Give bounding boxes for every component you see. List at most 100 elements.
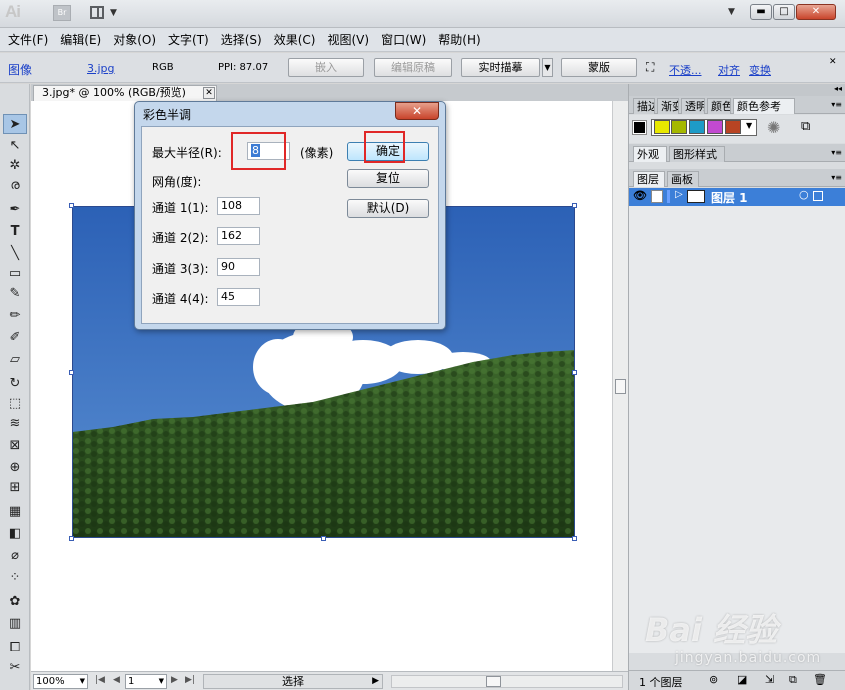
color-wheel-icon[interactable]: ✺ [767, 118, 780, 137]
first-artboard-icon[interactable]: |◀ [95, 675, 105, 685]
current-tool-status[interactable]: 选择 ▶ [203, 674, 383, 689]
selection-square-icon[interactable] [813, 191, 823, 201]
bounding-box-handle[interactable] [572, 370, 577, 375]
harmony-dropdown-chevron-icon[interactable]: ▼ [746, 121, 752, 130]
panel-menu-icon[interactable]: ▾≡ [831, 173, 842, 182]
harmony-swatch[interactable] [689, 120, 705, 134]
channel-2-input[interactable]: 162 [217, 227, 260, 245]
harmony-swatch[interactable] [707, 120, 723, 134]
save-color-group-icon[interactable]: ⧉ [801, 119, 810, 134]
rectangle-tool-icon[interactable]: ▭ [3, 264, 27, 284]
blend-tool-icon[interactable]: ⁘ [3, 568, 27, 588]
control-panel-menu-icon[interactable]: ✕ [829, 57, 837, 67]
tab-stroke[interactable]: 描边 [633, 98, 655, 114]
mask-button[interactable]: 蒙版 [561, 58, 637, 77]
eyedropper-tool-icon[interactable]: ⌀ [3, 546, 27, 566]
menu-object[interactable]: 对象(O) [109, 31, 164, 48]
menu-view[interactable]: 视图(V) [323, 31, 377, 48]
eraser-tool-icon[interactable]: ▱ [3, 350, 27, 370]
panel-menu-icon[interactable]: ▾≡ [831, 100, 842, 109]
magic-wand-tool-icon[interactable]: ✲ [3, 156, 27, 176]
symbol-sprayer-tool-icon[interactable]: ✿ [3, 592, 27, 612]
tab-transparency[interactable]: 透明 [681, 98, 705, 114]
lock-toggle[interactable] [651, 190, 663, 203]
harmony-swatch[interactable] [654, 120, 670, 134]
expand-triangle-icon[interactable]: ▷ [675, 189, 683, 200]
collapse-panels-icon[interactable]: ◂◂ [834, 84, 842, 93]
channel-3-input[interactable]: 90 [217, 258, 260, 276]
close-document-button[interactable]: ✕ [203, 87, 215, 99]
last-artboard-icon[interactable]: ▶| [185, 675, 195, 685]
layer-name[interactable]: 图层 1 [711, 189, 748, 206]
pencil-tool-icon[interactable]: ✏ [3, 306, 27, 326]
vertical-scroll-thumb[interactable] [615, 379, 626, 394]
target-circle-icon[interactable]: ○ [799, 188, 809, 201]
selection-tool-icon[interactable]: ➤ [3, 114, 27, 134]
warp-tool-icon[interactable]: ≋ [3, 414, 27, 434]
scale-tool-icon[interactable]: ⬚ [3, 394, 27, 414]
next-artboard-icon[interactable]: ▶ [171, 675, 178, 685]
align-link[interactable]: 对齐 [718, 62, 740, 78]
bridge-button[interactable]: Br [53, 5, 71, 21]
channel-4-input[interactable]: 45 [217, 288, 260, 306]
tab-layers[interactable]: 图层 [633, 171, 665, 187]
rotate-tool-icon[interactable]: ↻ [3, 374, 27, 394]
bounding-box-handle[interactable] [321, 536, 326, 541]
tab-color[interactable]: 颜色 [707, 98, 731, 114]
type-tool-icon[interactable]: T [3, 222, 27, 242]
harmony-swatch-strip[interactable] [651, 119, 757, 136]
direct-selection-tool-icon[interactable]: ↖ [3, 136, 27, 156]
default-button[interactable]: 默认(D) [347, 199, 429, 218]
lasso-tool-icon[interactable]: ര [3, 176, 27, 196]
menu-edit[interactable]: 编辑(E) [56, 31, 109, 48]
line-tool-icon[interactable]: ╲ [3, 244, 27, 264]
transform-each-icon[interactable]: ⛶ [646, 60, 654, 75]
pen-tool-icon[interactable]: ✒ [3, 200, 27, 220]
opacity-link[interactable]: 不透... [669, 62, 702, 78]
trace-preset-dropdown[interactable]: ▼ [542, 58, 553, 77]
horizontal-scroll-thumb[interactable] [486, 676, 501, 687]
paintbrush-tool-icon[interactable]: ✎ [3, 284, 27, 304]
harmony-swatch[interactable] [671, 120, 687, 134]
bounding-box-handle[interactable] [572, 536, 577, 541]
tab-color-guide[interactable]: 颜色参考 [733, 98, 795, 114]
workspace-switcher-chevron-icon[interactable]: ▼ [728, 7, 735, 17]
menu-window[interactable]: 窗口(W) [377, 31, 434, 48]
previous-artboard-icon[interactable]: ◀ [113, 675, 120, 685]
layer-row[interactable]: 👁 ▷ 图层 1 ○ [629, 188, 845, 206]
edit-original-button[interactable]: 编辑原稿 [374, 58, 452, 77]
menu-type[interactable]: 文字(T) [164, 31, 217, 48]
maximize-button[interactable]: □ [773, 4, 795, 20]
free-transform-tool-icon[interactable]: ⊠ [3, 436, 27, 456]
transform-link[interactable]: 变换 [749, 62, 771, 78]
menu-select[interactable]: 选择(S) [217, 31, 270, 48]
bounding-box-handle[interactable] [69, 536, 74, 541]
horizontal-scrollbar[interactable] [391, 675, 623, 688]
column-graph-tool-icon[interactable]: ▥ [3, 614, 27, 634]
mesh-tool-icon[interactable]: ▦ [3, 502, 27, 522]
channel-1-input[interactable]: 108 [217, 197, 260, 215]
tab-gradient[interactable]: 渐变 [657, 98, 679, 114]
base-color-swatch[interactable] [632, 120, 647, 135]
visibility-eye-icon[interactable]: 👁 [633, 189, 647, 202]
zoom-level-select[interactable]: 100% ▼ [33, 674, 88, 689]
tab-appearance[interactable]: 外观 [633, 146, 667, 162]
blob-brush-tool-icon[interactable]: ✐ [3, 328, 27, 348]
close-window-button[interactable]: ✕ [796, 4, 836, 20]
reset-button[interactable]: 复位 [347, 169, 429, 188]
menu-effect[interactable]: 效果(C) [270, 31, 324, 48]
bounding-box-handle[interactable] [69, 370, 74, 375]
menu-help[interactable]: 帮助(H) [434, 31, 488, 48]
bounding-box-handle[interactable] [572, 203, 577, 208]
embed-button[interactable]: 嵌入 [288, 58, 364, 77]
tab-graphic-styles[interactable]: 图形样式 [669, 146, 725, 162]
perspective-grid-tool-icon[interactable]: ⊞ [3, 478, 27, 498]
menu-file[interactable]: 文件(F) [4, 31, 56, 48]
harmony-swatch[interactable] [725, 120, 741, 134]
panel-dock-header[interactable]: ◂◂ [629, 84, 845, 96]
dialog-close-button[interactable]: ✕ [395, 102, 439, 120]
artboard-tool-icon[interactable]: ⧠ [3, 638, 27, 658]
artboard-number-select[interactable]: 1 ▼ [125, 674, 167, 689]
arrange-documents-button[interactable]: ▼ [88, 5, 120, 21]
tab-artboards[interactable]: 画板 [667, 171, 699, 187]
